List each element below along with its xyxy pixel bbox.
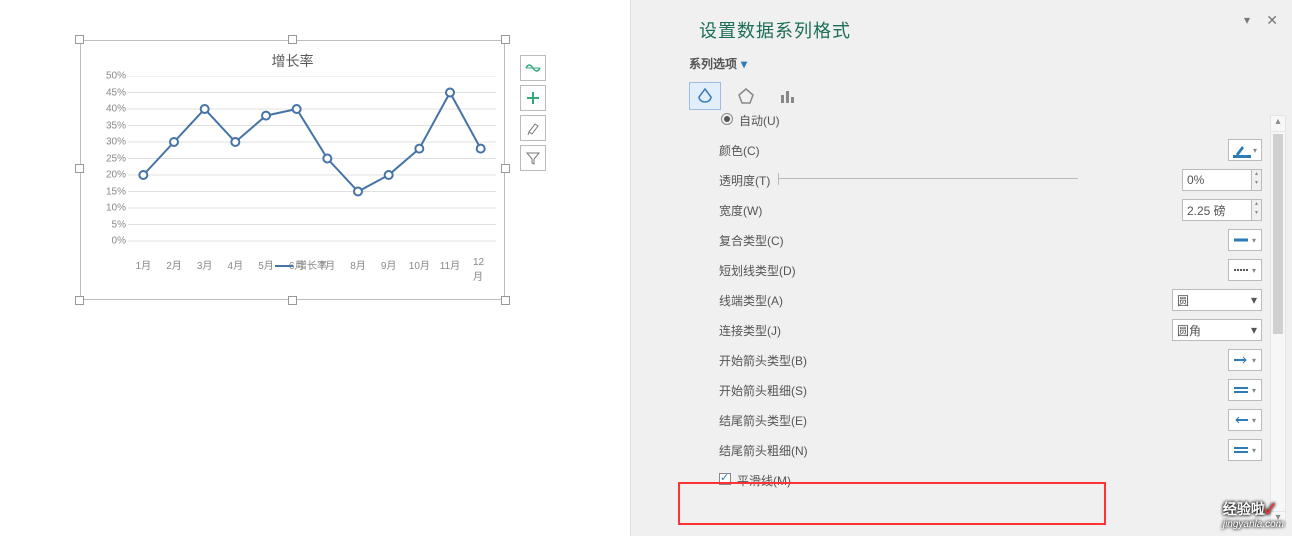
width-label: 宽度(W) — [719, 202, 762, 219]
compound-label: 复合类型(C) — [719, 232, 784, 249]
radio-icon[interactable] — [721, 113, 733, 125]
dash-row: 短划线类型(D) ▾ — [701, 255, 1266, 285]
resize-handle[interactable] — [288, 35, 297, 44]
chart-title: 增长率 — [81, 41, 504, 71]
cap-row: 线端类型(A) 圆▾ — [701, 285, 1266, 315]
auto-option-row[interactable]: 自动(U) — [701, 105, 1266, 135]
resize-handle[interactable] — [75, 164, 84, 173]
color-picker[interactable]: ▾ — [1228, 139, 1262, 161]
annotation-highlight — [678, 482, 1106, 525]
chart-legend: 增长率 — [106, 257, 496, 272]
transparency-spinner[interactable]: ▴▾ — [1252, 169, 1262, 191]
chart-add-button[interactable] — [520, 85, 546, 111]
begin-arrow-type-row: 开始箭头类型(B) ▾ — [701, 345, 1266, 375]
chart-elements-button[interactable] — [520, 55, 546, 81]
join-label: 连接类型(J) — [719, 322, 781, 339]
panel-scrollbar[interactable]: ▴ ▾ — [1270, 115, 1286, 528]
chart-filter-button[interactable] — [520, 145, 546, 171]
chart-svg — [106, 76, 496, 271]
legend-label: 增长率 — [297, 261, 327, 272]
panel-scroll-area: 自动(U) 颜色(C) ▾ 透明度(T) 0% ▴▾ 宽度(W) 2.25 磅 … — [701, 105, 1266, 528]
transparency-row: 透明度(T) 0% ▴▾ — [701, 165, 1266, 195]
end-arrow-size-row: 结尾箭头粗细(N) ▾ — [701, 435, 1266, 465]
resize-handle[interactable] — [501, 35, 510, 44]
series-options-dropdown[interactable]: 系列选项▾ — [689, 55, 1276, 72]
scroll-thumb[interactable] — [1273, 134, 1283, 334]
cap-picker[interactable]: 圆▾ — [1172, 289, 1262, 311]
width-spinner[interactable]: ▴▾ — [1252, 199, 1262, 221]
end-arrow-size-picker[interactable]: ▾ — [1228, 439, 1262, 461]
transparency-slider[interactable] — [778, 173, 1078, 185]
resize-handle[interactable] — [75, 35, 84, 44]
dash-label: 短划线类型(D) — [719, 262, 796, 279]
format-panel: ✕ ▾ 设置数据系列格式 系列选项▾ 自动(U) 颜色(C) ▾ 透明度(T) … — [630, 0, 1292, 536]
begin-arrow-type-label: 开始箭头类型(B) — [719, 352, 807, 369]
width-row: 宽度(W) 2.25 磅 ▴▾ — [701, 195, 1266, 225]
color-row: 颜色(C) ▾ — [701, 135, 1266, 165]
end-arrow-size-label: 结尾箭头粗细(N) — [719, 442, 808, 459]
compound-picker[interactable]: ▾ — [1228, 229, 1262, 251]
dash-picker[interactable]: ▾ — [1228, 259, 1262, 281]
begin-arrow-size-label: 开始箭头粗细(S) — [719, 382, 807, 399]
resize-handle[interactable] — [501, 296, 510, 305]
join-row: 连接类型(J) 圆角▾ — [701, 315, 1266, 345]
panel-title: 设置数据系列格式 — [699, 17, 1276, 43]
begin-arrow-size-picker[interactable]: ▾ — [1228, 379, 1262, 401]
end-arrow-type-label: 结尾箭头类型(E) — [719, 412, 807, 429]
transparency-label: 透明度(T) — [719, 172, 770, 189]
end-arrow-type-row: 结尾箭头类型(E) ▾ — [701, 405, 1266, 435]
compound-row: 复合类型(C) ▾ — [701, 225, 1266, 255]
resize-handle[interactable] — [501, 164, 510, 173]
resize-handle[interactable] — [75, 296, 84, 305]
scroll-up-icon[interactable]: ▴ — [1271, 116, 1285, 132]
color-label: 颜色(C) — [719, 142, 760, 159]
chart-plot[interactable]: 0%5%10%15%20%25%30%35%40%45%50% 1月2月3月4月… — [106, 76, 496, 271]
end-arrow-type-picker[interactable]: ▾ — [1228, 409, 1262, 431]
begin-arrow-type-picker[interactable]: ▾ — [1228, 349, 1262, 371]
resize-handle[interactable] — [288, 296, 297, 305]
begin-arrow-size-row: 开始箭头粗细(S) ▾ — [701, 375, 1266, 405]
cap-label: 线端类型(A) — [719, 292, 783, 309]
panel-options-icon[interactable]: ▾ — [1244, 13, 1250, 27]
width-input[interactable]: 2.25 磅 — [1182, 199, 1252, 221]
join-picker[interactable]: 圆角▾ — [1172, 319, 1262, 341]
close-icon[interactable]: ✕ — [1266, 12, 1278, 29]
chart-styles-button[interactable] — [520, 115, 546, 141]
chart-container[interactable]: 增长率 0%5%10%15%20%25%30%35%40%45%50% 1月2月… — [80, 40, 505, 300]
watermark: 经验啦✓ jingyanla.com — [1223, 499, 1284, 530]
transparency-input[interactable]: 0% — [1182, 169, 1252, 191]
